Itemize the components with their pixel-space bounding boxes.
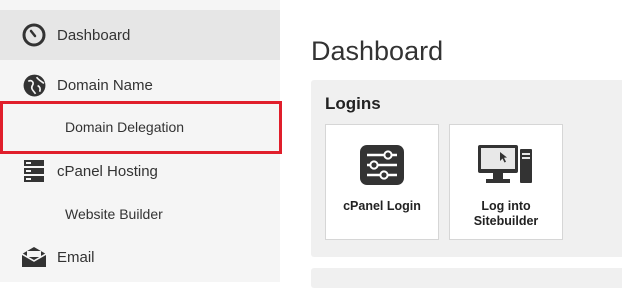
sidebar-subitem-label: Website Builder: [65, 206, 163, 222]
cpanel-login-tile[interactable]: cPanel Login: [325, 124, 439, 240]
sidebar-item-email[interactable]: Email: [0, 234, 280, 280]
sidebar-item-domain-name[interactable]: Domain Name: [0, 60, 280, 110]
sidebar: Dashboard Domain Name Domain Delegation: [0, 0, 280, 282]
sidebar-item-label: Email: [57, 248, 95, 266]
secondary-panel: [311, 268, 622, 288]
sidebar-subitem-website-builder[interactable]: Website Builder: [0, 192, 280, 236]
server-icon: [21, 158, 47, 184]
sitebuilder-login-tile[interactable]: Log into Sitebuilder: [449, 124, 563, 240]
page-title: Dashboard: [311, 36, 444, 66]
sidebar-item-cpanel-hosting[interactable]: cPanel Hosting: [0, 148, 280, 194]
sidebar-item-label: cPanel Hosting: [57, 162, 158, 180]
sitebuilder-login-label: Log into Sitebuilder: [473, 199, 539, 228]
cpanel-sliders-icon: [326, 145, 438, 185]
logins-panel: Logins cPanel Login Log into Sitebuilder: [311, 80, 622, 257]
cpanel-login-label: cPanel Login: [343, 199, 421, 213]
globe-icon: [21, 72, 47, 98]
envelope-icon: [21, 244, 47, 270]
sidebar-item-dashboard[interactable]: Dashboard: [0, 10, 280, 60]
logins-panel-title: Logins: [325, 94, 381, 113]
sidebar-item-label: Domain Name: [57, 76, 153, 94]
sidebar-subitem-domain-delegation[interactable]: Domain Delegation: [0, 104, 280, 150]
dashboard-gauge-icon: [21, 22, 47, 48]
sidebar-item-label: Dashboard: [57, 26, 131, 44]
desktop-computer-icon: [450, 145, 562, 187]
sidebar-subitem-label: Domain Delegation: [65, 119, 185, 135]
